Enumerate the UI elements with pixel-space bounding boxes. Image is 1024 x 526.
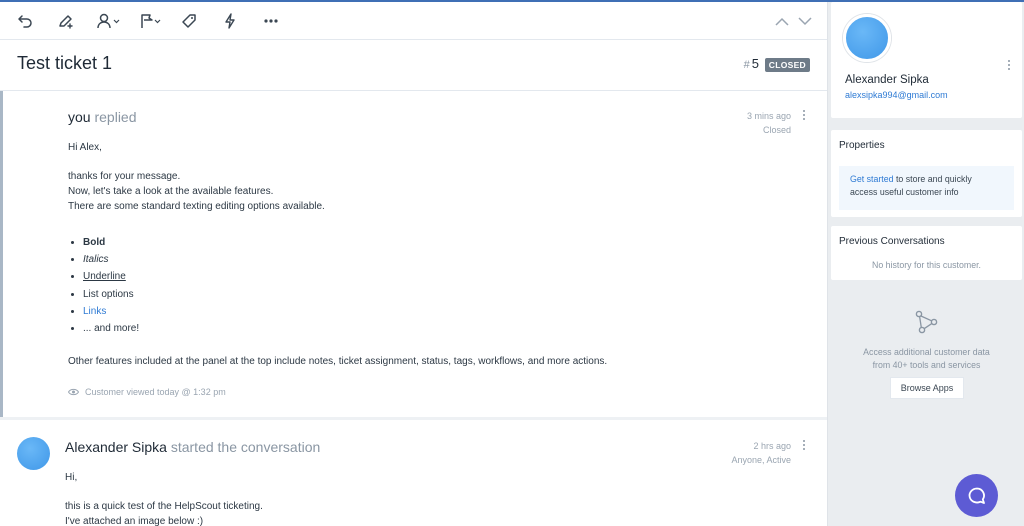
- properties-card: Properties Get started to store and quic…: [831, 130, 1022, 217]
- ticket-header: Test ticket 1 #5 CLOSED: [0, 40, 827, 91]
- viewed-text: Customer viewed today @ 1:32 pm: [85, 387, 226, 397]
- message-greeting: Hi Alex,: [68, 142, 102, 153]
- customer-thread: Alexander Sipka started the conversation…: [0, 420, 827, 526]
- get-started-link[interactable]: Get started: [850, 174, 894, 184]
- assign-icon[interactable]: [97, 10, 121, 32]
- properties-prompt: Get started to store and quickly access …: [839, 166, 1014, 210]
- status-flag-icon[interactable]: [140, 10, 162, 32]
- thread-author: Alexander Sipka started the conversation: [65, 439, 320, 455]
- workflow-icon[interactable]: [222, 10, 238, 32]
- list-item-list-options: List options: [83, 286, 139, 303]
- undo-icon[interactable]: [15, 10, 35, 32]
- feature-list: Bold Italics Underline List options Link…: [83, 234, 139, 337]
- beacon-chat-button[interactable]: [955, 474, 998, 517]
- more-icon[interactable]: [262, 10, 280, 32]
- message-closing: Other features included at the panel at …: [68, 356, 608, 367]
- thread-time: 3 mins ago: [746, 111, 791, 121]
- author-name[interactable]: Alexander Sipka: [65, 439, 167, 455]
- note-icon[interactable]: [55, 10, 75, 32]
- ticket-title[interactable]: Test ticket 1: [17, 53, 112, 74]
- profile-menu-icon[interactable]: [1006, 58, 1012, 72]
- message-body: Hi Alex, thanks for your message. Now, l…: [68, 140, 325, 214]
- integrations-icon: [915, 310, 938, 334]
- thread-menu-icon[interactable]: [801, 108, 807, 122]
- thread-status: Anyone, Active: [731, 455, 791, 465]
- thread-meta: 3 mins ago Closed: [747, 109, 791, 137]
- thread-author: you replied: [68, 109, 137, 125]
- author-name: you: [68, 109, 91, 125]
- message-greeting: Hi,: [65, 472, 78, 483]
- message-line: I've attached an image below :): [65, 516, 204, 526]
- ticket-number-value: 5: [751, 56, 759, 71]
- customer-name[interactable]: Alexander Sipka: [845, 74, 929, 86]
- message-body: Hi, this is a quick test of the HelpScou…: [65, 470, 263, 526]
- browse-apps-button[interactable]: Browse Apps: [890, 377, 964, 399]
- customer-email[interactable]: alexsipka994@gmail.com: [845, 90, 948, 100]
- customer-profile-card: Alexander Sipka alexsipka994@gmail.com: [831, 2, 1022, 118]
- message-line: There are some standard texting editing …: [68, 201, 325, 212]
- message-line: this is a quick test of the HelpScout ti…: [65, 501, 263, 512]
- thread-status: Closed: [762, 125, 791, 135]
- apps-description: Access additional customer data from 40+…: [831, 346, 1022, 372]
- thread-meta: 2 hrs ago Anyone, Active: [731, 439, 791, 467]
- apps-line-1: Access additional customer data: [863, 347, 990, 357]
- list-item-more: ... and more!: [83, 320, 139, 337]
- avatar: [843, 14, 891, 62]
- previous-conversations-title: Previous Conversations: [839, 236, 945, 247]
- list-item-links[interactable]: Links: [83, 303, 139, 320]
- ticket-hash: #: [743, 59, 750, 71]
- thread-action: replied: [94, 109, 137, 125]
- chat-icon: [968, 487, 985, 504]
- message-line: Now, let's take a look at the available …: [68, 186, 274, 197]
- status-badge: CLOSED: [764, 58, 810, 72]
- conversation-toolbar: [0, 2, 827, 40]
- viewed-indicator: Customer viewed today @ 1:32 pm: [68, 387, 226, 397]
- avatar: [17, 437, 50, 470]
- ticket-number: #5: [744, 56, 759, 71]
- thread-action: started the conversation: [170, 439, 321, 455]
- reply-thread: you replied 3 mins ago Closed Hi Alex, t…: [0, 91, 827, 417]
- properties-title: Properties: [839, 140, 885, 151]
- list-item-bold: Bold: [83, 234, 139, 251]
- properties-text-2: access useful customer info: [850, 187, 959, 197]
- previous-conversations-card: Previous Conversations No history for th…: [831, 226, 1022, 280]
- properties-text-1: to store and quickly: [893, 174, 972, 184]
- list-item-italics: Italics: [83, 251, 139, 268]
- list-item-underline: Underline: [83, 268, 139, 285]
- eye-icon: [68, 388, 79, 396]
- apps-line-2: from 40+ tools and services: [872, 360, 981, 370]
- customer-sidebar: Alexander Sipka alexsipka994@gmail.com P…: [827, 2, 1024, 526]
- thread-time: 2 hrs ago: [753, 441, 791, 451]
- previous-icon[interactable]: [774, 10, 790, 32]
- thread-menu-icon[interactable]: [801, 438, 807, 452]
- next-icon[interactable]: [797, 10, 813, 32]
- tag-icon[interactable]: [180, 10, 198, 32]
- message-line: thanks for your message.: [68, 171, 181, 182]
- no-history-text: No history for this customer.: [871, 260, 982, 270]
